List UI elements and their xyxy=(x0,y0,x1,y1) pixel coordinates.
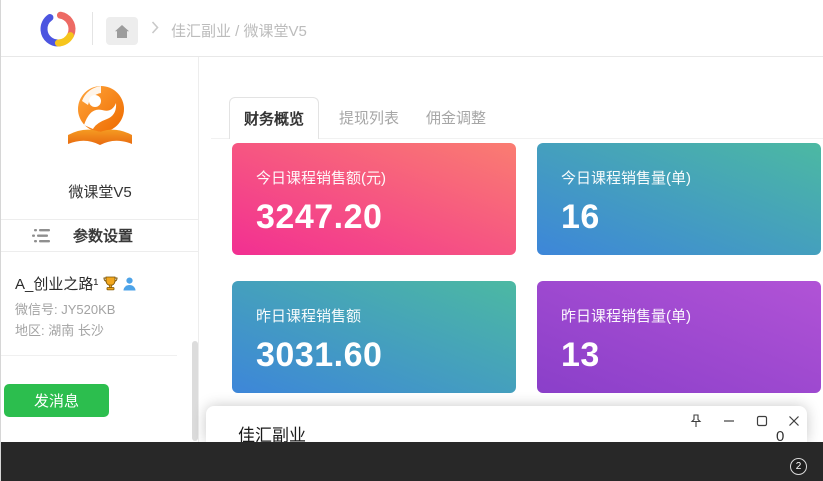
maximize-icon xyxy=(756,415,768,427)
trophy-icon xyxy=(103,276,118,291)
send-message-button[interactable]: 发消息 xyxy=(4,384,109,417)
taskbar xyxy=(1,442,823,481)
sidebar: 微课堂V5 参数设置 A_创业之路¹ xyxy=(1,57,199,442)
stat-card-yesterday-orders: 昨日课程销售量(单) 13 xyxy=(537,281,821,393)
org-logo-icon xyxy=(60,81,140,161)
user-name: A_创业之路¹ xyxy=(15,273,136,294)
stat-card-value: 3031.60 xyxy=(256,336,516,375)
stat-card-yesterday-sales: 昨日课程销售额 3031.60 xyxy=(232,281,516,393)
user-wechat-id: 微信号: JY520KB xyxy=(15,299,115,318)
home-button[interactable] xyxy=(106,17,138,45)
stat-card-value: 3247.20 xyxy=(256,198,516,237)
sidebar-divider xyxy=(1,355,177,356)
pin-button[interactable] xyxy=(686,411,706,431)
stat-card-today-sales: 今日课程销售额(元) 3247.20 xyxy=(232,143,516,255)
breadcrumb-chevron-icon xyxy=(151,21,159,39)
sidebar-item-label: 参数设置 xyxy=(73,225,133,246)
maximize-button[interactable] xyxy=(752,411,772,431)
tab-finance-overview[interactable]: 财务概览 xyxy=(229,97,319,139)
pin-icon xyxy=(689,414,703,428)
top-header: 佳汇副业 / 微课堂V5 xyxy=(1,0,823,57)
sidebar-scrollbar[interactable] xyxy=(192,341,198,441)
stat-card-label: 昨日课程销售额 xyxy=(256,305,516,326)
minimize-button[interactable] xyxy=(719,411,739,431)
stat-card-label: 今日课程销售额(元) xyxy=(256,167,516,188)
overlay-window[interactable]: 佳汇副业 0 xyxy=(206,406,807,442)
minimize-icon xyxy=(723,415,735,427)
close-icon xyxy=(788,415,800,427)
desktop-screen: 佳汇副业 / 微课堂V5 微课堂V5 xyxy=(0,0,823,481)
person-icon[interactable] xyxy=(123,277,136,291)
close-button[interactable] xyxy=(784,411,804,431)
header-divider xyxy=(92,12,93,45)
breadcrumb: 佳汇副业 / 微课堂V5 xyxy=(171,20,307,41)
list-settings-icon xyxy=(32,228,52,244)
user-region: 地区: 湖南 长沙 xyxy=(15,320,104,339)
stat-card-value: 16 xyxy=(561,198,821,237)
stat-card-label: 今日课程销售量(单) xyxy=(561,167,821,188)
home-icon xyxy=(114,24,130,39)
tab-commission-adjust[interactable]: 佣金调整 xyxy=(421,97,491,138)
tab-withdraw-list[interactable]: 提现列表 xyxy=(334,97,404,138)
app-logo-swirl-icon xyxy=(36,7,80,51)
stat-card-value: 13 xyxy=(561,336,821,375)
stat-card-label: 昨日课程销售量(单) xyxy=(561,305,821,326)
notification-count-badge[interactable]: 2 xyxy=(790,458,807,475)
sidebar-app-name: 微课堂V5 xyxy=(1,181,199,202)
stat-card-today-orders: 今日课程销售量(单) 16 xyxy=(537,143,821,255)
sidebar-item-settings[interactable]: 参数设置 xyxy=(1,219,199,252)
